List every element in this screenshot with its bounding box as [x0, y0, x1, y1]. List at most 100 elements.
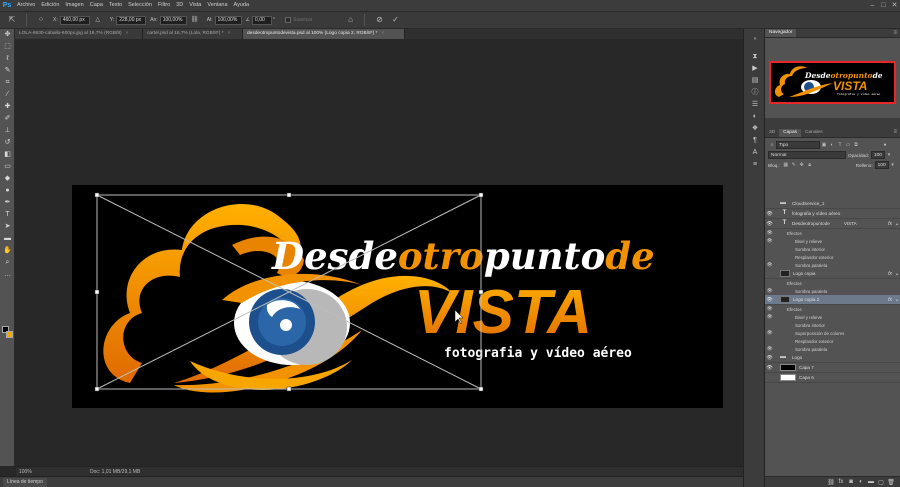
- lock-image-icon[interactable]: ✎: [791, 162, 797, 168]
- tab-navigator[interactable]: Navegador: [765, 29, 797, 37]
- glyphs-icon[interactable]: ≡: [744, 159, 766, 171]
- filter-adjust-icon[interactable]: ◐: [829, 142, 835, 148]
- visibility-eye-icon[interactable]: 👁︎: [765, 238, 774, 244]
- tab-document-2[interactable]: cartel.psd al 16,7% (Lola, RGB/8*) * ×: [143, 29, 243, 39]
- reference-point-icon[interactable]: ⁘: [35, 14, 47, 26]
- visibility-eye-icon[interactable]: 👁︎: [765, 355, 774, 361]
- visibility-eye-icon[interactable]: 👁︎: [765, 375, 774, 381]
- menu-item[interactable]: Archivo: [14, 0, 38, 11]
- collapse-panels-icon[interactable]: »: [744, 33, 766, 45]
- height-field[interactable]: [214, 15, 242, 25]
- effect-row[interactable]: 👁︎ Sombra interior: [765, 321, 900, 329]
- eyedropper-tool-icon[interactable]: ⁄: [0, 89, 15, 101]
- blur-tool-icon[interactable]: ◆: [0, 173, 15, 185]
- x-field[interactable]: [59, 15, 90, 25]
- navigator-preview[interactable]: Desdeotropuntode VISTA fotografia y víde…: [769, 61, 896, 104]
- quick-select-tool-icon[interactable]: ✎: [0, 65, 15, 77]
- layer-row[interactable]: 👁︎ Capa 7: [765, 363, 900, 373]
- blend-mode-select[interactable]: [768, 151, 846, 159]
- menu-item[interactable]: Filtro: [155, 0, 173, 11]
- crop-tool-icon[interactable]: ⌗: [0, 77, 15, 89]
- menu-item[interactable]: 3D: [173, 0, 186, 11]
- styles-icon[interactable]: ❖: [744, 123, 766, 135]
- filter-toggle-icon[interactable]: ●: [882, 142, 888, 148]
- visibility-eye-icon[interactable]: 👁︎: [765, 330, 774, 336]
- tab-channels[interactable]: Canales: [801, 129, 827, 137]
- delete-layer-icon[interactable]: 🗑︎: [886, 479, 896, 486]
- layer-row[interactable]: 👁︎ T Desdeotropuntode VISTA fx ▴: [765, 219, 900, 229]
- effect-row[interactable]: 👁︎ Sombra paralela: [765, 261, 900, 269]
- marquee-tool-icon[interactable]: ⬚: [0, 41, 15, 53]
- close-tab-icon[interactable]: ×: [381, 31, 384, 36]
- history-icon[interactable]: ⧗: [744, 51, 766, 63]
- layer-row[interactable]: 👁︎ Tfotografia y vídeo aéreo: [765, 209, 900, 219]
- actions-icon[interactable]: ▶: [744, 63, 766, 75]
- effect-row[interactable]: 👁︎ Superposición de colores: [765, 329, 900, 337]
- visibility-eye-icon[interactable]: 👁︎: [765, 365, 774, 371]
- warp-icon[interactable]: ⌂: [344, 14, 356, 26]
- effect-row[interactable]: 👁︎ Sombra paralela: [765, 287, 900, 295]
- panel-menu-icon[interactable]: ≡: [893, 128, 897, 137]
- fill-field[interactable]: [874, 161, 889, 169]
- tab-document-3[interactable]: desdeotropuntodevista.psd al 100% (Logo …: [243, 29, 405, 39]
- effect-row[interactable]: 👁︎ Resplandor exterior: [765, 337, 900, 345]
- close-button[interactable]: ✕: [889, 0, 900, 11]
- link-delta-icon[interactable]: △: [92, 14, 104, 26]
- effect-row[interactable]: 👁︎ Sombra interior: [765, 245, 900, 253]
- lock-position-icon[interactable]: ✥: [799, 162, 805, 168]
- lasso-tool-icon[interactable]: ℓ: [0, 53, 15, 65]
- move-tool-icon[interactable]: ✥: [0, 29, 15, 41]
- visibility-eye-icon[interactable]: 👁︎: [765, 306, 774, 312]
- gradient-tool-icon[interactable]: ▭: [0, 161, 15, 173]
- effect-row[interactable]: 👁︎ Resplandor exterior: [765, 253, 900, 261]
- filter-shape-icon[interactable]: ▭: [845, 142, 851, 148]
- add-style-icon[interactable]: fx: [836, 479, 846, 485]
- maximize-button[interactable]: □: [878, 0, 889, 11]
- minimize-button[interactable]: –: [867, 0, 878, 11]
- expand-effects-icon[interactable]: ▴: [896, 221, 898, 226]
- fx-icon[interactable]: fx: [888, 221, 892, 227]
- y-field[interactable]: [116, 15, 147, 25]
- more-tools-icon[interactable]: …: [0, 269, 15, 281]
- shape-tool-icon[interactable]: ▬: [0, 233, 15, 245]
- close-tab-icon[interactable]: ×: [228, 31, 231, 36]
- zoom-tool-icon[interactable]: ⌕: [0, 257, 15, 269]
- properties-icon[interactable]: ☰: [744, 99, 766, 111]
- add-mask-icon[interactable]: ◙: [846, 479, 856, 485]
- layer-row[interactable]: 👁︎ Capa 6: [765, 373, 900, 383]
- layer-row[interactable]: 👁︎ Logo copia fx ▴: [765, 269, 900, 279]
- visibility-eye-icon[interactable]: 👁︎: [765, 338, 774, 344]
- menu-item[interactable]: Imagen: [62, 0, 86, 11]
- layer-filter-select[interactable]: [776, 141, 820, 149]
- eraser-tool-icon[interactable]: ◧: [0, 149, 15, 161]
- fx-icon[interactable]: fx: [888, 297, 892, 303]
- info-icon[interactable]: ⓘ: [744, 87, 766, 99]
- canvas-area[interactable]: Desdeotropuntode VISTA fotografia y víde…: [16, 39, 743, 466]
- close-tab-icon[interactable]: ×: [126, 31, 129, 36]
- visibility-eye-icon[interactable]: 👁︎: [765, 346, 774, 352]
- menu-item[interactable]: Capa: [87, 0, 106, 11]
- hand-tool-icon[interactable]: ✋: [0, 245, 15, 257]
- new-group-icon[interactable]: ▬: [866, 479, 876, 485]
- width-field[interactable]: [159, 15, 187, 25]
- visibility-eye-icon[interactable]: 👁︎: [765, 254, 774, 260]
- visibility-eye-icon[interactable]: 👁︎: [765, 271, 774, 277]
- effect-row[interactable]: 👁︎ Bisel y relieve: [765, 313, 900, 321]
- background-color-swatch[interactable]: [6, 331, 13, 338]
- layer-row[interactable]: 👁︎ ▬ Logo: [765, 353, 900, 363]
- chevron-down-icon[interactable]: ▾: [890, 162, 896, 168]
- visibility-eye-icon[interactable]: 👁︎: [765, 280, 774, 286]
- link-layers-icon[interactable]: ⛓: [826, 479, 836, 486]
- visibility-eye-icon[interactable]: 👁︎: [765, 288, 774, 294]
- tab-layers[interactable]: Capas: [779, 129, 802, 137]
- visibility-eye-icon[interactable]: 👁︎: [765, 314, 774, 320]
- paragraph-icon[interactable]: ¶: [744, 135, 766, 147]
- cancel-transform-icon[interactable]: ⊘: [373, 14, 385, 26]
- visibility-eye-icon[interactable]: 👁︎: [765, 230, 774, 236]
- effect-row[interactable]: 👁︎ Efectos: [765, 279, 900, 287]
- chevron-down-icon[interactable]: ▾: [886, 152, 892, 158]
- effect-row[interactable]: 👁︎ Sombra paralela: [765, 345, 900, 353]
- expand-effects-icon[interactable]: ▴: [896, 271, 898, 276]
- brush-tool-icon[interactable]: ✐: [0, 113, 15, 125]
- menu-item[interactable]: Texto: [106, 0, 125, 11]
